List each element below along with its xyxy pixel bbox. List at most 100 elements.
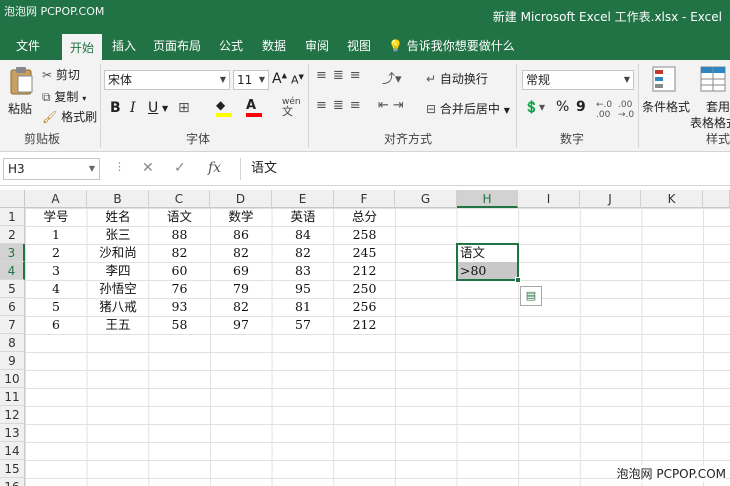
data-cell[interactable]: 57 (272, 316, 334, 334)
percent-button[interactable]: % (556, 99, 569, 115)
font-size-select[interactable]: 11 ▼ (233, 70, 269, 90)
data-cell[interactable]: 84 (272, 226, 334, 244)
enter-icon[interactable]: ✓ (174, 160, 186, 176)
increase-decimal-icon[interactable]: ←.0.00 (596, 100, 612, 120)
name-box[interactable]: H3 ▼ (3, 158, 100, 180)
format-painter-button[interactable]: 🖌 格式刷 (42, 108, 97, 125)
column-header-i[interactable]: I (518, 190, 580, 208)
tab-file[interactable]: 文件 (6, 32, 50, 60)
data-cell[interactable]: 82 (149, 244, 210, 262)
data-cell[interactable]: 沙和尚 (87, 244, 149, 262)
tab-home[interactable]: 开始 (62, 32, 102, 60)
merge-center-button[interactable]: ⊟ 合并后居中 ▼ (426, 100, 510, 117)
data-cell[interactable]: 60 (149, 262, 210, 280)
phonetic-button[interactable]: wén 文 (282, 98, 301, 118)
currency-button[interactable]: 💲▾ (524, 100, 545, 114)
column-header-e[interactable]: E (272, 190, 334, 208)
data-cell[interactable]: 李四 (87, 262, 149, 280)
indent-buttons[interactable]: ⇤⇥ (378, 98, 408, 113)
row-header-13[interactable]: 13 (0, 424, 25, 442)
header-cell[interactable]: 学号 (25, 208, 87, 226)
data-cell[interactable]: 5 (25, 298, 87, 316)
grow-font-button[interactable]: A▲ (272, 71, 287, 87)
column-header-a[interactable]: A (25, 190, 87, 208)
data-cell[interactable]: 258 (334, 226, 395, 244)
cell-area[interactable]: 学号 姓名 语文 数学 英语 总分 1 张三 88 86 84 258 2 沙和尚 82 82 82 245 3 李四… (25, 208, 730, 486)
tab-data[interactable]: 数据 (254, 32, 294, 60)
data-cell[interactable]: 82 (210, 244, 272, 262)
fill-color-button[interactable]: ◆ (216, 98, 232, 118)
select-all-corner[interactable] (0, 190, 25, 208)
data-cell[interactable]: 69 (210, 262, 272, 280)
data-cell[interactable]: 1 (25, 226, 87, 244)
data-cell[interactable]: 212 (334, 262, 395, 280)
underline-button[interactable]: U (148, 100, 158, 116)
cut-button[interactable]: ✂ 剪切 (42, 66, 80, 83)
data-cell[interactable]: 82 (272, 244, 334, 262)
tab-insert[interactable]: 插入 (104, 32, 144, 60)
data-cell[interactable]: 张三 (87, 226, 149, 244)
column-header-h[interactable]: H (457, 190, 518, 208)
chevron-down-icon[interactable]: ▼ (162, 104, 168, 113)
data-cell[interactable]: 256 (334, 298, 395, 316)
font-name-select[interactable]: 宋体 ▼ (104, 70, 230, 90)
data-cell[interactable]: 97 (210, 316, 272, 334)
horizontal-align-buttons[interactable]: ≡≣≡ (316, 98, 367, 113)
row-header-2[interactable]: 2 (0, 226, 25, 244)
row-header-3[interactable]: 3 (0, 244, 25, 262)
data-cell[interactable]: 212 (334, 316, 395, 334)
copy-button[interactable]: ⧉ 复制 ▾ (42, 88, 86, 105)
comma-button[interactable]: 9 (576, 99, 586, 115)
row-header-6[interactable]: 6 (0, 298, 25, 316)
header-cell[interactable]: 英语 (272, 208, 334, 226)
column-header-b[interactable]: B (87, 190, 149, 208)
data-cell[interactable]: 76 (149, 280, 210, 298)
column-header-k[interactable]: K (641, 190, 703, 208)
row-header-7[interactable]: 7 (0, 316, 25, 334)
number-format-select[interactable]: 常规 ▼ (522, 70, 634, 90)
column-header-f[interactable]: F (334, 190, 395, 208)
conditional-format-button[interactable]: 条件格式 (642, 64, 690, 126)
data-cell[interactable]: 王五 (87, 316, 149, 334)
data-cell[interactable]: 245 (334, 244, 395, 262)
fill-handle[interactable] (515, 277, 521, 283)
row-header-14[interactable]: 14 (0, 442, 25, 460)
format-as-table-button[interactable]: 套用 表格格式 (690, 64, 730, 130)
data-cell[interactable]: 82 (210, 298, 272, 316)
data-cell[interactable]: 88 (149, 226, 210, 244)
data-cell[interactable]: 83 (272, 262, 334, 280)
row-header-16[interactable]: 16 (0, 478, 25, 486)
data-cell[interactable]: 86 (210, 226, 272, 244)
data-cell[interactable]: 猪八戒 (87, 298, 149, 316)
cancel-icon[interactable]: ✕ (142, 160, 154, 176)
row-header-10[interactable]: 10 (0, 370, 25, 388)
tell-me-box[interactable]: 💡 告诉我你想要做什么 (388, 32, 515, 60)
row-header-12[interactable]: 12 (0, 406, 25, 424)
row-header-4[interactable]: 4 (0, 262, 25, 280)
column-header-c[interactable]: C (149, 190, 210, 208)
row-header-15[interactable]: 15 (0, 460, 25, 478)
tab-page-layout[interactable]: 页面布局 (148, 32, 206, 60)
row-header-9[interactable]: 9 (0, 352, 25, 370)
data-cell[interactable]: 2 (25, 244, 87, 262)
column-header-partial[interactable] (703, 190, 730, 208)
header-cell[interactable]: 数学 (210, 208, 272, 226)
row-header-5[interactable]: 5 (0, 280, 25, 298)
borders-icon[interactable]: ⊞ (178, 100, 190, 116)
vertical-align-buttons[interactable]: ≡≣≡ (316, 68, 367, 83)
italic-button[interactable]: I (130, 100, 136, 116)
header-cell[interactable]: 姓名 (87, 208, 149, 226)
row-header-8[interactable]: 8 (0, 334, 25, 352)
paste-button[interactable]: 粘贴 (6, 64, 36, 118)
header-cell[interactable]: 总分 (334, 208, 395, 226)
data-cell[interactable]: 4 (25, 280, 87, 298)
decrease-decimal-icon[interactable]: .00 →.0 (618, 100, 634, 120)
shrink-font-button[interactable]: A▼ (291, 73, 304, 87)
column-header-g[interactable]: G (395, 190, 457, 208)
header-cell[interactable]: 语文 (149, 208, 210, 226)
row-header-1[interactable]: 1 (0, 208, 25, 226)
wrap-text-button[interactable]: ↵ 自动换行 (426, 70, 488, 87)
tab-view[interactable]: 视图 (340, 32, 378, 60)
tab-formulas[interactable]: 公式 (212, 32, 250, 60)
tab-review[interactable]: 审阅 (298, 32, 336, 60)
